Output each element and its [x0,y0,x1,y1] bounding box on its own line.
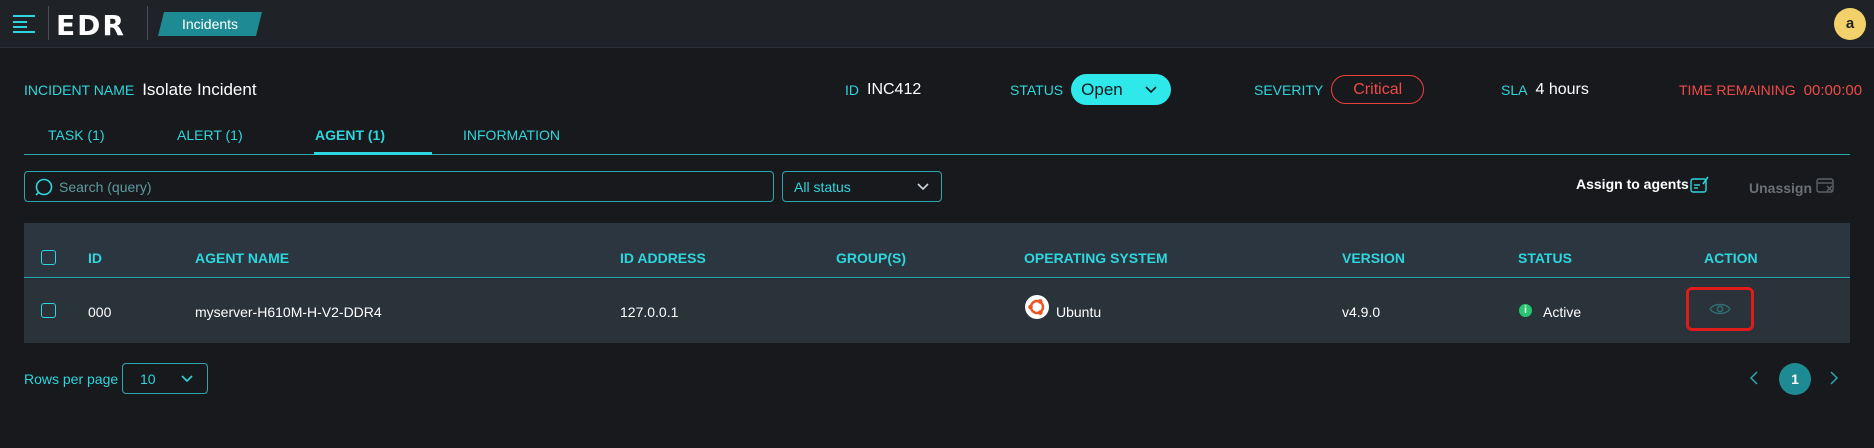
incident-sla-field: SLA 4 hours [1501,78,1589,102]
incident-severity-field: SEVERITY Critical [1254,75,1425,104]
breadcrumb-incidents[interactable]: Incidents [158,12,262,36]
chevron-left-icon[interactable] [1749,370,1759,386]
column-header-ip-address[interactable]: ID ADDRESS [620,250,706,266]
tab-agent[interactable]: AGENT (1) [315,127,385,143]
eye-icon [1709,303,1731,315]
incident-sla-value: 4 hours [1535,81,1589,98]
user-avatar[interactable]: a [1834,8,1866,40]
table-row[interactable]: 000 myserver-H610M-H-V2-DDR4 127.0.0.1 U… [24,279,1850,343]
os-cell: Ubuntu [1056,304,1102,320]
incident-name-value: Isolate Incident [142,80,257,99]
page-number-button[interactable]: 1 [1779,363,1811,395]
assign-to-agents-button[interactable]: Assign to agents [1576,176,1689,192]
rows-per-page-label: Rows per page [24,371,119,387]
incident-tabs: TASK (1) ALERT (1) AGENT (1) INFORMATION [24,120,1850,155]
column-header-version[interactable]: VERSION [1342,250,1405,266]
agent-id-cell: 000 [88,304,112,320]
time-remaining-field: TIME REMAINING 00:00:00 [1679,78,1862,102]
tab-information[interactable]: INFORMATION [463,127,560,143]
incident-status-dropdown[interactable]: Open [1071,74,1172,105]
table-header: ID AGENT NAME ID ADDRESS GROUP(S) OPERAT… [24,223,1850,278]
incident-status-label: STATUS [1010,81,1064,98]
tab-alert[interactable]: ALERT (1) [177,127,243,143]
status-filter-value: All status [794,179,851,195]
incident-status-value: Open [1081,79,1123,99]
unassign-button[interactable]: Unassign [1749,180,1812,196]
info-icon: i [1519,304,1532,317]
top-bar: EDR Incidents a [0,0,1874,48]
time-remaining-label: TIME REMAINING [1679,82,1796,98]
agent-name-cell: myserver-H610M-H-V2-DDR4 [195,304,382,320]
hamburger-menu-icon[interactable] [12,12,36,36]
chevron-down-icon [917,183,929,191]
breadcrumb-label: Incidents [181,16,239,32]
divider [48,6,49,40]
ip-address-cell: 127.0.0.1 [620,304,679,320]
incident-severity-label: SEVERITY [1254,81,1324,98]
agent-status-cell: Active [1543,304,1582,320]
column-header-agent-name[interactable]: AGENT NAME [195,250,289,266]
column-header-action: ACTION [1704,250,1758,266]
assign-agent-icon[interactable] [1690,176,1710,194]
active-tab-indicator [314,152,432,155]
column-header-groups[interactable]: GROUP(S) [836,250,906,266]
incident-id-label: ID [845,82,859,98]
column-header-id[interactable]: ID [88,250,102,266]
status-filter-dropdown[interactable]: All status [782,171,942,202]
view-agent-button[interactable] [1686,287,1754,331]
chevron-right-icon[interactable] [1829,370,1839,386]
rows-per-page-value: 10 [140,371,156,387]
incident-name-field: INCIDENT NAME Isolate Incident [24,78,257,102]
column-header-status[interactable]: STATUS [1518,250,1572,266]
row-checkbox[interactable] [41,303,56,318]
chevron-down-icon [1145,85,1157,93]
severity-badge: Critical [1331,75,1425,104]
search-placeholder: Search (query) [59,179,152,195]
chevron-down-icon [181,375,193,383]
tab-task[interactable]: TASK (1) [48,127,105,143]
column-header-operating-system[interactable]: OPERATING SYSTEM [1024,250,1168,266]
app-logo: EDR [56,9,126,42]
ubuntu-logo-icon [1025,295,1049,319]
unassign-agent-icon[interactable] [1816,177,1836,195]
incident-sla-label: SLA [1501,82,1528,98]
divider [147,6,148,40]
search-icon [35,178,53,196]
version-cell: v4.9.0 [1342,304,1381,320]
incident-name-label: INCIDENT NAME [24,82,135,98]
select-all-checkbox[interactable] [41,250,56,265]
rows-per-page-dropdown[interactable]: 10 [122,363,208,394]
agents-table: ID AGENT NAME ID ADDRESS GROUP(S) OPERAT… [24,223,1850,343]
incident-id-value: INC412 [867,81,922,98]
incident-id-field: ID INC412 [845,78,921,102]
search-input[interactable]: Search (query) [24,171,774,202]
incident-status-field: STATUS Open [1010,74,1172,105]
time-remaining-value: 00:00:00 [1803,81,1863,99]
